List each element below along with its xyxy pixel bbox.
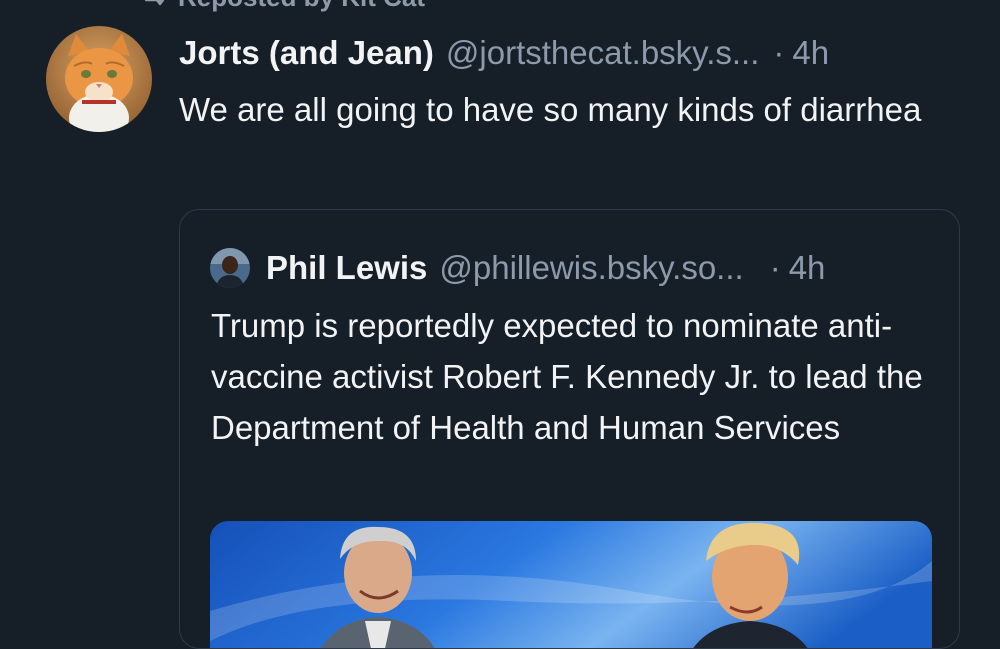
quote-timestamp[interactable]: 4h: [789, 249, 826, 287]
repost-label: Reposted by Kit Cat: [178, 0, 425, 13]
quote-header: Phil Lewis @phillewis.bsky.so... · 4h: [210, 246, 950, 290]
quote-author-name[interactable]: Phil Lewis: [266, 249, 427, 287]
repost-indicator[interactable]: Reposted by Kit Cat: [140, 0, 425, 12]
quote-author-avatar[interactable]: [210, 248, 250, 288]
author-name[interactable]: Jorts (and Jean): [179, 34, 434, 72]
header-separator: ·: [773, 34, 785, 71]
orange-cat-avatar-icon: [46, 26, 152, 132]
author-avatar[interactable]: [46, 26, 152, 132]
news-photo-icon: [210, 521, 932, 648]
post-text: We are all going to have so many kinds o…: [179, 91, 922, 128]
quote-header-separator: ·: [769, 249, 781, 286]
quote-author-handle[interactable]: @phillewis.bsky.so...: [439, 249, 743, 287]
quote-image[interactable]: [210, 521, 932, 648]
quoted-post-card[interactable]: Phil Lewis @phillewis.bsky.so... · 4h Tr…: [179, 209, 960, 649]
quote-text: Trump is reportedly expected to nominate…: [211, 307, 923, 446]
post-timestamp[interactable]: 4h: [792, 34, 829, 72]
person-avatar-icon: [210, 248, 250, 288]
repost-icon: [144, 0, 165, 6]
post-header: Jorts (and Jean) @jortsthecat.bsky.s... …: [179, 30, 969, 76]
author-handle[interactable]: @jortsthecat.bsky.s...: [446, 34, 759, 72]
